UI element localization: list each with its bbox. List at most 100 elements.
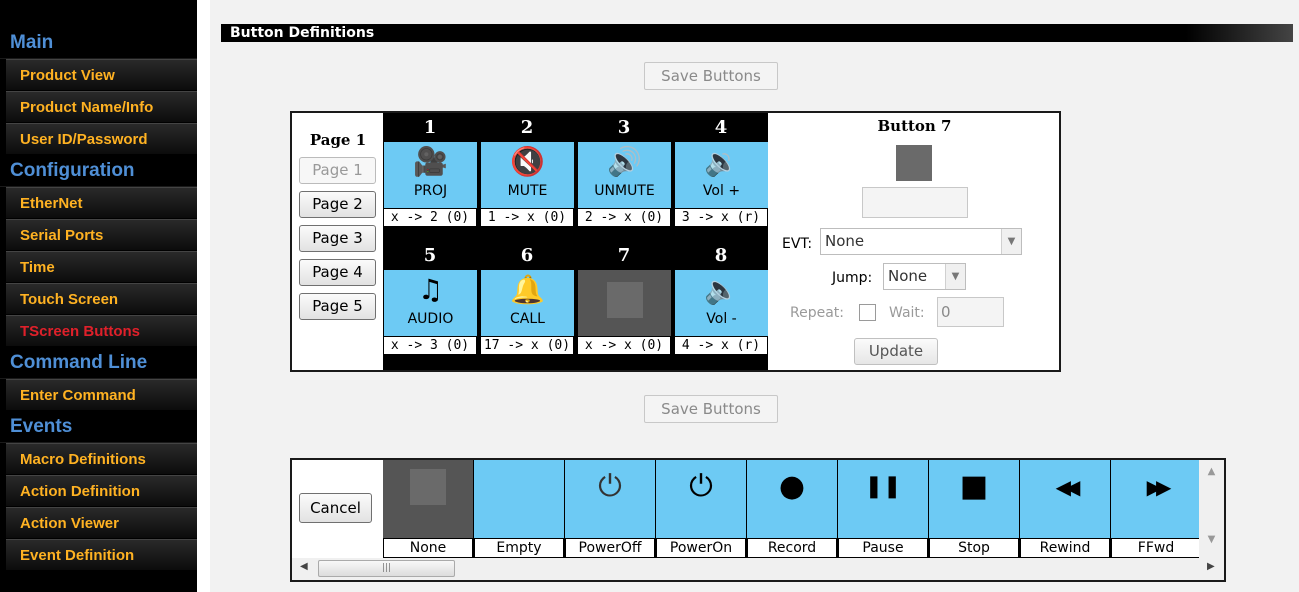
button-mapping: 2 -> x (0) — [577, 208, 671, 227]
call-icon: 🔔 — [510, 273, 545, 306]
picker-item-poweroff[interactable]: ⏻ PowerOff — [565, 460, 655, 558]
jump-select[interactable]: None ▼ — [883, 263, 966, 290]
picker-face[interactable]: ⏻ — [565, 460, 655, 538]
button-face[interactable]: 🎥 PROJ — [383, 142, 477, 208]
button-label-field[interactable] — [862, 187, 968, 218]
evt-select[interactable]: None ▼ — [820, 228, 1022, 255]
button-mapping: 1 -> x (0) — [480, 208, 574, 227]
sidebar-item-event-definition[interactable]: Event Definition — [6, 539, 197, 571]
button-color-swatch[interactable] — [896, 145, 932, 181]
touch-button-2[interactable]: 2 🔇 MUTE 1 -> x (0) — [480, 113, 574, 227]
record-icon: ● — [778, 469, 806, 504]
button-face[interactable]: 🔇 MUTE — [480, 142, 574, 208]
sidebar-item-serial-ports[interactable]: Serial Ports — [6, 219, 197, 251]
button-face[interactable]: ♫ AUDIO — [383, 270, 477, 336]
sidebar-item-ethernet[interactable]: EtherNet — [6, 187, 197, 219]
picker-label: Record — [747, 538, 837, 558]
picker-item-stop[interactable]: ■ Stop — [929, 460, 1019, 558]
button-number: 2 — [520, 117, 534, 138]
power-on-icon: ⏻ — [689, 469, 713, 504]
picker-item-rewind[interactable]: ◀◀ Rewind — [1020, 460, 1110, 558]
sidebar-item-time[interactable]: Time — [6, 251, 197, 283]
page-2-button[interactable]: Page 2 — [299, 191, 376, 218]
button-mapping: 4 -> x (r) — [674, 336, 768, 355]
button-label: AUDIO — [407, 311, 454, 327]
save-buttons-bottom-button[interactable]: Save Buttons — [644, 395, 778, 423]
button-face[interactable]: 🔈 Vol - — [674, 270, 768, 336]
button-mapping: x -> 3 (0) — [383, 336, 477, 355]
sidebar-item-macro-definitions[interactable]: Macro Definitions — [6, 443, 197, 475]
picker-label: PowerOn — [656, 538, 746, 558]
picker-item-poweron[interactable]: ⏻ PowerOn — [656, 460, 746, 558]
touch-button-5[interactable]: 5 ♫ AUDIO x -> 3 (0) — [383, 241, 477, 355]
sidebar-item-product-name-info[interactable]: Product Name/Info — [6, 91, 197, 123]
picker-item-pause[interactable]: ❚❚ Pause — [838, 460, 928, 558]
button-label: CALL — [510, 311, 545, 327]
empty-icon — [606, 282, 643, 318]
touch-button-3[interactable]: 3 🔊 UNMUTE 2 -> x (0) — [577, 113, 671, 227]
button-label: Vol + — [702, 183, 741, 199]
button-number: 4 — [714, 117, 728, 138]
repeat-checkbox[interactable] — [859, 304, 876, 321]
vertical-scrollbar[interactable]: ▲ ▼ — [1199, 460, 1224, 558]
update-button[interactable]: Update — [854, 338, 938, 365]
scroll-thumb[interactable]: ||| — [318, 560, 455, 577]
fast-forward-icon: ▶▶ — [1146, 475, 1172, 499]
button-face[interactable]: 🔉 Vol + — [674, 142, 768, 208]
picker-item-none[interactable]: None — [383, 460, 473, 558]
sidebar-item-tscreen-buttons[interactable]: TScreen Buttons — [6, 315, 197, 347]
sidebar: Main Product View Product Name/Info User… — [0, 0, 197, 592]
page-5-button[interactable]: Page 5 — [299, 293, 376, 320]
pause-icon: ❚❚ — [864, 474, 902, 499]
picker-face[interactable] — [474, 460, 564, 538]
picker-face[interactable]: ▶▶ — [1111, 460, 1199, 538]
page-1-button[interactable]: Page 1 — [299, 157, 376, 184]
button-face[interactable]: 🔔 CALL — [480, 270, 574, 336]
touch-button-6[interactable]: 6 🔔 CALL 17 -> x (0) — [480, 241, 574, 355]
wait-input[interactable]: 0 — [937, 297, 1004, 327]
picker-face[interactable]: ❚❚ — [838, 460, 928, 538]
sidebar-item-user-id-password[interactable]: User ID/Password — [6, 123, 197, 155]
page-4-button[interactable]: Page 4 — [299, 259, 376, 286]
editor-title: Button 7 — [877, 117, 952, 135]
picker-face[interactable]: ⏻ — [656, 460, 746, 538]
button-number: 7 — [617, 245, 631, 266]
page-3-button[interactable]: Page 3 — [299, 225, 376, 252]
touch-button-1[interactable]: 1 🎥 PROJ x -> 2 (0) — [383, 113, 477, 227]
projector-icon: 🎥 — [413, 145, 448, 178]
scroll-up-icon[interactable]: ▲ — [1199, 466, 1224, 477]
sidebar-item-enter-command[interactable]: Enter Command — [6, 379, 197, 411]
picker-face[interactable]: ● — [747, 460, 837, 538]
picker-face[interactable]: ■ — [929, 460, 1019, 538]
jump-select-value: None — [888, 267, 928, 285]
save-buttons-top-button[interactable]: Save Buttons — [644, 62, 778, 90]
sidebar-section-configuration: Configuration — [0, 155, 197, 187]
page-title: Button Definitions — [221, 24, 1293, 42]
power-off-icon: ⏻ — [598, 469, 622, 504]
sidebar-item-product-view[interactable]: Product View — [6, 59, 197, 91]
picker-item-empty[interactable]: Empty — [474, 460, 564, 558]
picker-face[interactable] — [383, 460, 473, 538]
sidebar-item-action-definition[interactable]: Action Definition — [6, 475, 197, 507]
horizontal-scrollbar[interactable]: ◀ ||| ▶ — [292, 558, 1224, 580]
cancel-button[interactable]: Cancel — [299, 493, 372, 523]
button-label: Vol - — [706, 311, 737, 327]
touch-button-8[interactable]: 8 🔈 Vol - 4 -> x (r) — [674, 241, 768, 355]
touch-button-4[interactable]: 4 🔉 Vol + 3 -> x (r) — [674, 113, 768, 227]
none-icon — [410, 469, 446, 505]
button-mapping: 3 -> x (r) — [674, 208, 768, 227]
button-number: 3 — [617, 117, 631, 138]
touch-button-7[interactable]: 7 x -> x (0) — [577, 241, 671, 355]
sidebar-item-action-viewer[interactable]: Action Viewer — [6, 507, 197, 539]
picker-label: Stop — [929, 538, 1019, 558]
button-face[interactable]: 🔊 UNMUTE — [577, 142, 671, 208]
picker-item-record[interactable]: ● Record — [747, 460, 837, 558]
button-face-empty[interactable] — [577, 270, 671, 336]
picker-face[interactable]: ◀◀ — [1020, 460, 1110, 538]
evt-label: EVT: — [782, 236, 813, 252]
scroll-down-icon[interactable]: ▼ — [1199, 534, 1224, 545]
scroll-right-icon[interactable]: ▶ — [1207, 561, 1215, 572]
scroll-left-icon[interactable]: ◀ — [300, 561, 308, 572]
sidebar-item-touch-screen[interactable]: Touch Screen — [6, 283, 197, 315]
picker-item-ffwd[interactable]: ▶▶ FFwd — [1111, 460, 1199, 558]
